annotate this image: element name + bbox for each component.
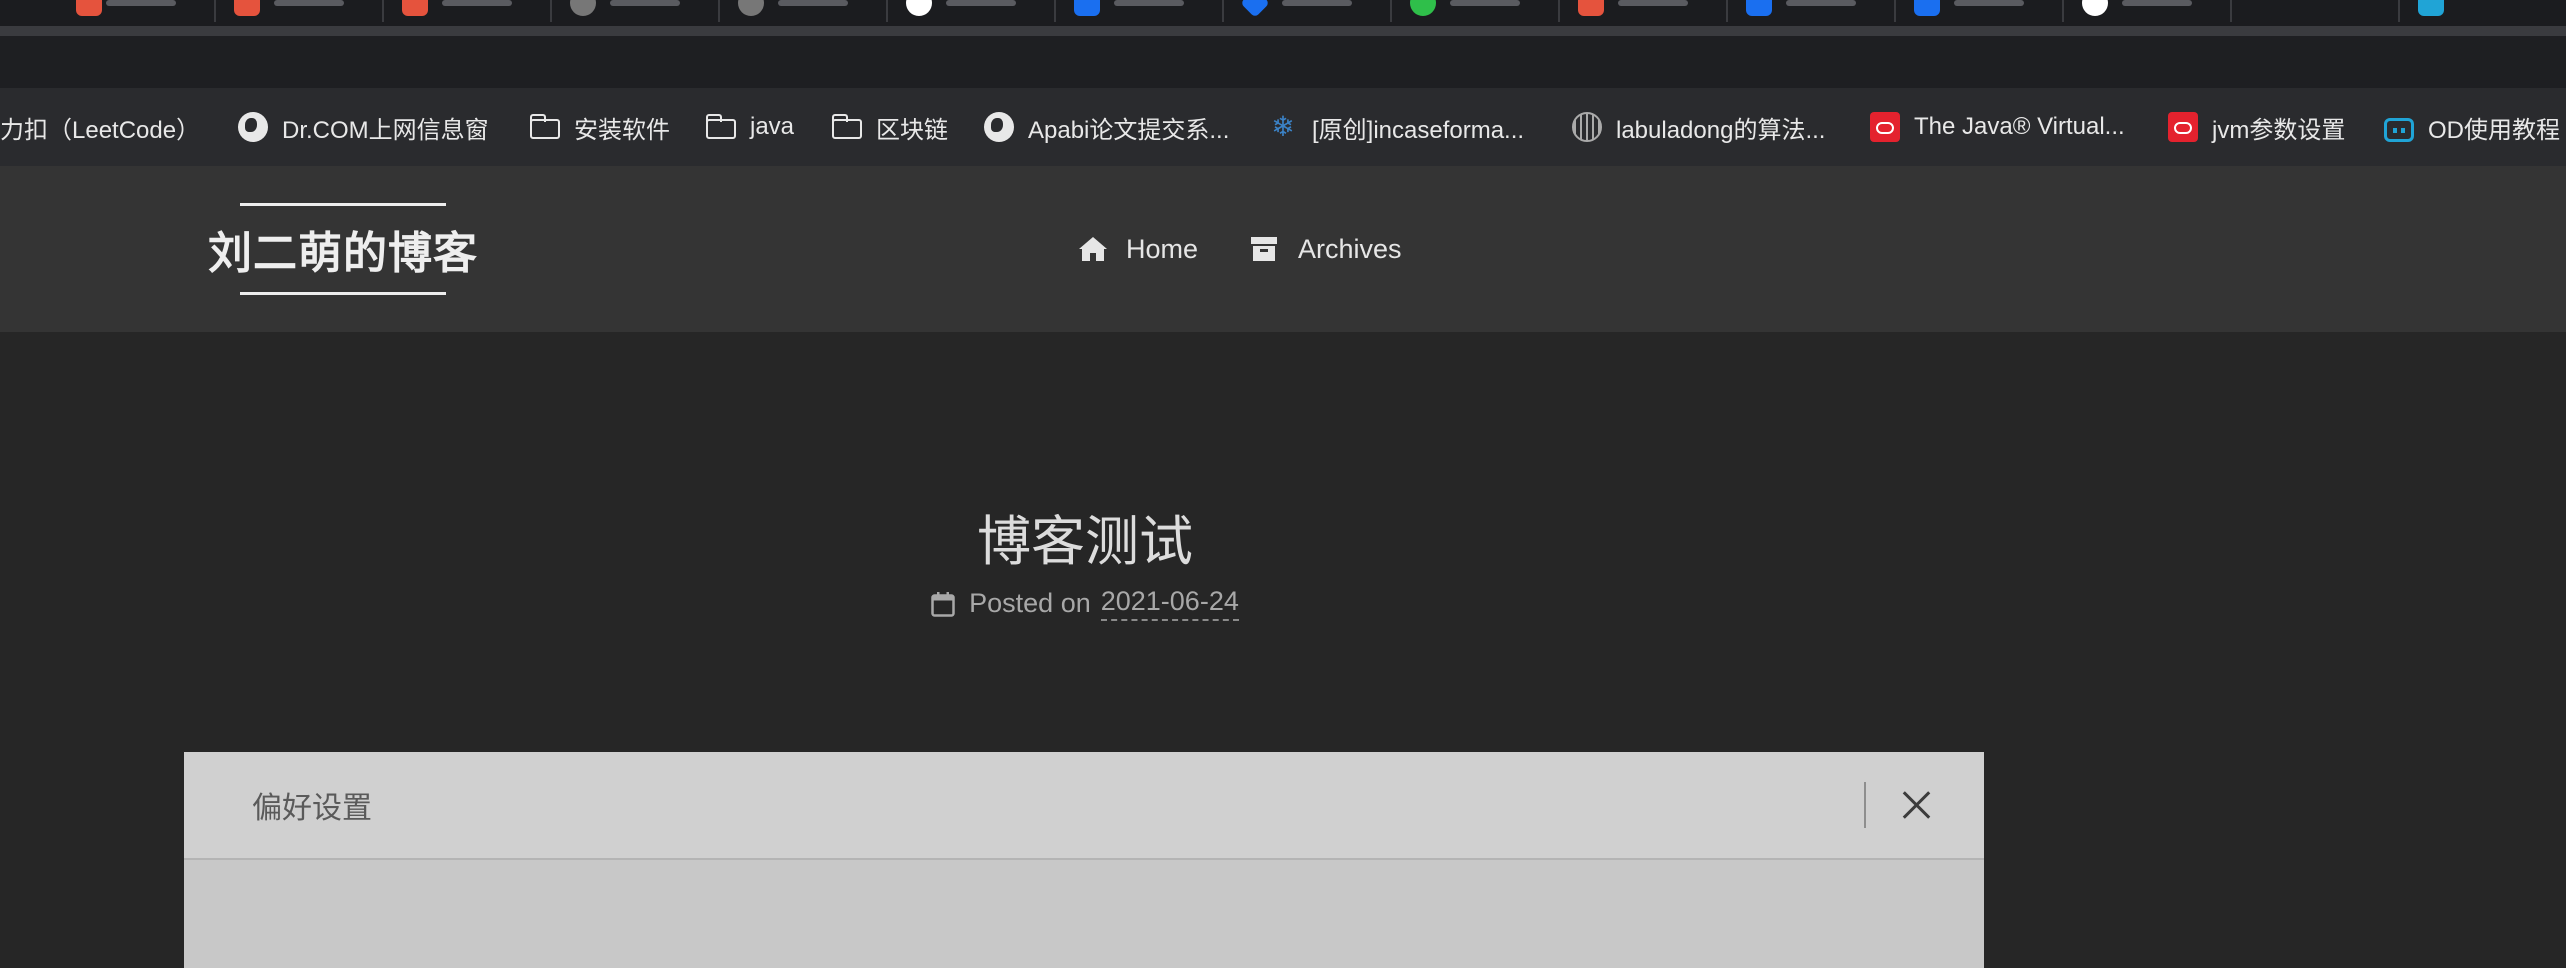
tab-title-placeholder	[1618, 0, 1688, 6]
browser-tab[interactable]	[1062, 0, 1224, 22]
site-title[interactable]: 刘二萌的博客	[204, 203, 482, 295]
tab-title-placeholder	[1786, 0, 1856, 6]
calendar-icon	[931, 591, 955, 617]
tab-title-placeholder	[442, 0, 512, 6]
site-header: 刘二萌的博客 Home Archives	[0, 166, 2566, 332]
bookmark-drcom[interactable]: Dr.COM上网信息窗	[238, 88, 489, 166]
tab-favicon-icon	[2418, 0, 2444, 16]
modal-title: 偏好设置	[252, 792, 372, 825]
snowflake-icon: ❄	[1271, 111, 1295, 142]
nav-label: Home	[1126, 233, 1199, 264]
folder-icon	[832, 114, 862, 139]
home-icon	[1078, 236, 1108, 262]
nav-archives[interactable]: Archives	[1250, 166, 1402, 332]
globe-icon	[984, 112, 1014, 142]
browser-tab[interactable]	[54, 0, 216, 22]
close-icon[interactable]	[1894, 782, 1940, 828]
bookmark-label: Dr.COM上网信息窗	[282, 116, 489, 144]
post-title: 博客测试	[977, 512, 1193, 572]
tab-title-placeholder	[778, 0, 848, 6]
bilibili-icon	[2384, 118, 2414, 142]
bookmark-labuladong[interactable]: labuladong的算法...	[1572, 88, 1825, 166]
post-meta: Posted on 2021-06-24	[0, 586, 2170, 621]
folder-icon	[706, 114, 736, 139]
bookmark-apabi[interactable]: Apabi论文提交系...	[984, 88, 1229, 166]
nav-label: Archives	[1298, 233, 1402, 264]
bookmark-jvm-params[interactable]: jvm参数设置	[2168, 88, 2345, 166]
tab-favicon-icon	[1074, 0, 1100, 16]
tab-favicon-icon	[402, 0, 428, 16]
tab-favicon-icon	[234, 0, 260, 16]
bookmark-label: 安装软件	[574, 116, 670, 144]
tab-favicon-icon	[2250, 0, 2276, 16]
tab-favicon-icon	[906, 0, 932, 16]
post-date[interactable]: 2021-06-24	[1100, 586, 1239, 621]
bookmark-label: jvm参数设置	[2212, 116, 2346, 144]
bookmarks-bar: 力扣（LeetCode） Dr.COM上网信息窗 安装软件 java 区块链 A…	[0, 88, 2566, 166]
browser-tab[interactable]	[726, 0, 888, 22]
browser-tab[interactable]	[390, 0, 552, 22]
bookmark-label: Apabi论文提交系...	[1028, 116, 1230, 144]
bookmark-folder-java[interactable]: java	[706, 88, 794, 166]
browser-tab[interactable]	[1398, 0, 1560, 22]
bookmark-label: OD使用教程	[2428, 116, 2560, 144]
oracle-icon	[1870, 112, 1900, 142]
tab-favicon-icon	[570, 0, 596, 16]
labuladong-icon	[1572, 112, 1602, 142]
tab-strip-edge	[0, 26, 2566, 36]
tab-favicon-icon	[1746, 0, 1772, 16]
tab-favicon-icon	[1410, 0, 1436, 16]
bookmark-od-tutorial[interactable]: OD使用教程	[2384, 88, 2560, 166]
tab-favicon-icon	[1240, 0, 1270, 18]
tab-title-placeholder	[1954, 0, 2024, 6]
bookmark-label: java	[750, 113, 795, 140]
bookmark-java-virtual[interactable]: The Java® Virtual...	[1870, 88, 2125, 166]
modal-header-divider	[1864, 782, 1866, 828]
tab-title-placeholder	[1282, 0, 1352, 6]
tab-title-placeholder	[946, 0, 1016, 6]
browser-window: 力扣（LeetCode） Dr.COM上网信息窗 安装软件 java 区块链 A…	[0, 0, 2566, 968]
tab-strip	[0, 0, 2566, 36]
tab-favicon-icon	[738, 0, 764, 16]
bookmark-label: [原创]incaseforma...	[1312, 116, 1525, 144]
tab-title-placeholder	[106, 0, 176, 6]
bookmark-label: 区块链	[876, 116, 948, 144]
oracle-icon	[2168, 112, 2198, 142]
site-brand[interactable]: 刘二萌的博客	[204, 166, 482, 332]
bookmark-folder-blockchain[interactable]: 区块链	[832, 88, 948, 166]
tab-title-placeholder	[274, 0, 344, 6]
modal-header: 偏好设置	[184, 752, 1984, 860]
folder-icon	[530, 114, 560, 139]
bookmark-label: 力扣（LeetCode）	[0, 116, 201, 144]
bookmark-folder-software[interactable]: 安装软件	[530, 88, 670, 166]
bookmark-incaseformat[interactable]: ❄ [原创]incaseforma...	[1268, 88, 1524, 166]
browser-tab[interactable]	[894, 0, 1056, 22]
tab-favicon-icon	[1578, 0, 1604, 16]
tab-title-placeholder	[1114, 0, 1184, 6]
bookmark-label: labuladong的算法...	[1616, 116, 1826, 144]
tab-title-placeholder	[610, 0, 680, 6]
nav-home[interactable]: Home	[1078, 166, 1198, 332]
tab-title-placeholder	[2122, 0, 2192, 6]
tab-favicon-icon	[1914, 0, 1940, 16]
browser-toolbar	[0, 36, 2566, 88]
browser-tab[interactable]	[2070, 0, 2232, 22]
globe-icon	[238, 112, 268, 142]
posted-on-label: Posted on	[969, 588, 1091, 618]
bookmark-label: The Java® Virtual...	[1914, 113, 2125, 140]
browser-tab[interactable]	[1230, 0, 1392, 22]
tab-favicon-icon	[76, 0, 102, 16]
bookmark-leetcode[interactable]: 力扣（LeetCode）	[0, 88, 200, 166]
browser-tab[interactable]	[2238, 0, 2400, 22]
browser-tab[interactable]	[558, 0, 720, 22]
archive-icon	[1250, 236, 1280, 262]
preferences-modal: 偏好设置	[184, 752, 1984, 968]
browser-tab[interactable]	[1734, 0, 1896, 22]
browser-tab[interactable]	[222, 0, 384, 22]
tab-favicon-icon	[2082, 0, 2108, 16]
browser-tab[interactable]	[2406, 0, 2566, 22]
browser-tab[interactable]	[1566, 0, 1728, 22]
tab-title-placeholder	[1450, 0, 1520, 6]
browser-tab[interactable]	[1902, 0, 2064, 22]
